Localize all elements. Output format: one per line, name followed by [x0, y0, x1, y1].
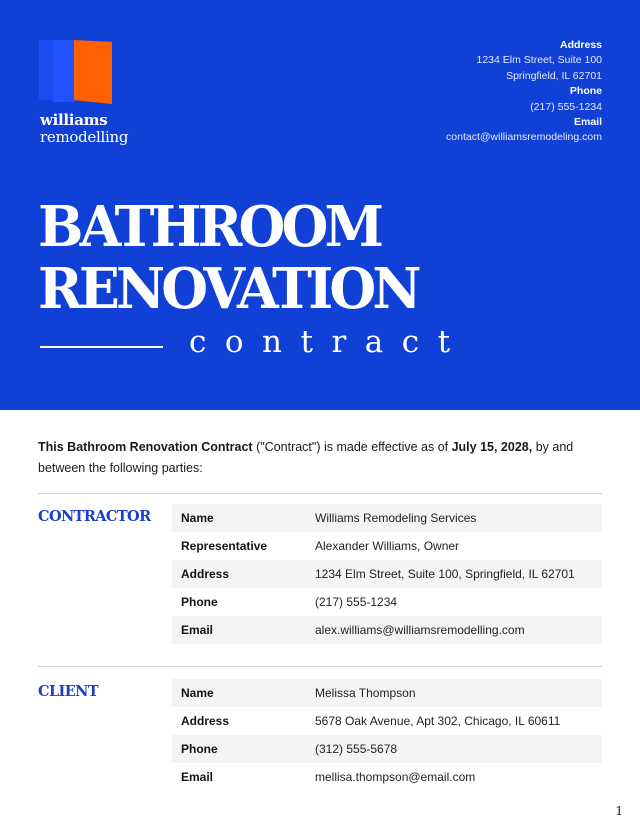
address-line2: Springfield, IL 62701	[506, 69, 602, 82]
contractor-table: Name Williams Remodeling Services Repres…	[172, 504, 602, 644]
company-logo-icon	[38, 40, 118, 106]
brand-name-line1: williams	[40, 111, 108, 129]
row-value: (217) 555-1234	[315, 595, 398, 609]
table-row: Phone (312) 555-5678	[172, 735, 602, 763]
section-divider	[38, 666, 602, 667]
table-row: Email mellisa.thompson@email.com	[172, 763, 602, 791]
row-value: 5678 Oak Avenue, Apt 302, Chicago, IL 60…	[315, 714, 561, 728]
row-key: Phone	[181, 742, 218, 756]
intro-bold-lead: This Bathroom Renovation Contract	[38, 440, 253, 454]
row-value: (312) 555-5678	[315, 742, 398, 756]
table-row: Representative Alexander Williams, Owner	[172, 532, 602, 560]
subtitle-rule	[40, 346, 163, 348]
section-divider	[38, 493, 602, 494]
address-label: Address	[559, 39, 602, 51]
table-row: Address 5678 Oak Avenue, Apt 302, Chicag…	[172, 707, 602, 735]
phone-value: (217) 555-1234	[530, 100, 602, 113]
table-row: Address 1234 Elm Street, Suite 100, Spri…	[172, 560, 602, 588]
email-label: Email	[573, 116, 602, 129]
document-subtitle: contract	[189, 324, 469, 360]
row-key: Name	[181, 686, 214, 700]
brand-name-line2: remodelling	[40, 128, 129, 146]
row-key: Name	[181, 511, 214, 525]
row-value: 1234 Elm Street, Suite 100, Springfield,…	[315, 567, 575, 581]
phone-label: Phone	[569, 85, 602, 98]
row-key: Representative	[181, 539, 268, 553]
brand-name: williams remodelling	[40, 112, 128, 146]
effective-date: July 15, 2028,	[451, 440, 533, 454]
contractor-section-label: CONTRACTOR	[38, 508, 151, 525]
table-row: Name Williams Remodeling Services	[172, 504, 602, 532]
title-line1: BATHROOM	[38, 194, 384, 260]
row-key: Email	[181, 770, 214, 784]
logo-panel-accent	[74, 40, 112, 104]
row-value: Alexander Williams, Owner	[315, 539, 460, 553]
intro-paragraph: This Bathroom Renovation Contract ("Cont…	[38, 437, 608, 478]
logo-panel-mid	[53, 40, 75, 102]
client-section-label: CLIENT	[38, 683, 99, 700]
company-contact-block: Address 1234 Elm Street, Suite 100 Sprin…	[446, 38, 602, 146]
row-value: Williams Remodeling Services	[315, 511, 477, 525]
table-row: Name Melissa Thompson	[172, 679, 602, 707]
table-row: Phone (217) 555-1234	[172, 588, 602, 616]
page-number: 1	[615, 804, 623, 818]
row-key: Address	[181, 567, 230, 581]
address-line1: 1234 Elm Street, Suite 100	[476, 54, 603, 67]
document-title: BATHROOM RENOVATION	[38, 194, 422, 322]
row-key: Email	[181, 623, 214, 637]
intro-text1: ("Contract") is made effective as of	[252, 440, 452, 454]
row-value: Melissa Thompson	[315, 686, 416, 700]
row-value: alex.williams@williamsremodelling.com	[315, 623, 525, 637]
row-value: mellisa.thompson@email.com	[315, 770, 476, 784]
client-table: Name Melissa Thompson Address 5678 Oak A…	[172, 679, 602, 791]
table-row: Email alex.williams@williamsremodelling.…	[172, 616, 602, 644]
hero-banner: williams remodelling Address 1234 Elm St…	[0, 0, 640, 410]
email-value: contact@williamsremodeling.com	[446, 131, 602, 144]
title-line2: RENOVATION	[38, 256, 422, 322]
row-key: Address	[181, 714, 230, 728]
row-key: Phone	[181, 595, 218, 609]
